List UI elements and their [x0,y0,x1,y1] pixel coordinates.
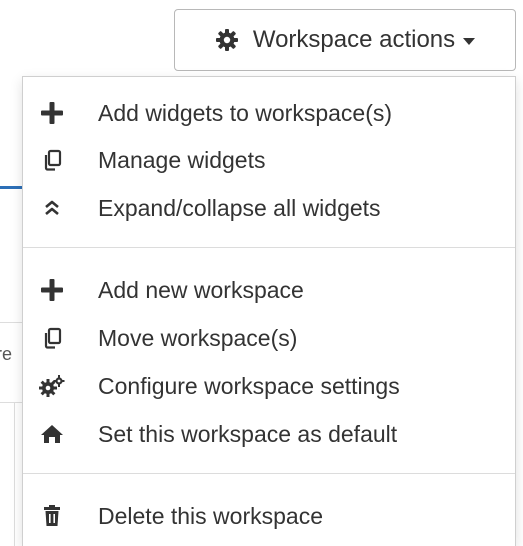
home-icon [39,421,65,447]
cogs-icon [39,373,65,399]
menu-item-label: Move workspace(s) [98,324,298,351]
background-text-fragment: re [0,344,13,364]
background-divider [14,402,15,546]
double-chevron-up-icon [39,195,65,221]
menu-divider [23,473,515,474]
menu-item-label: Expand/collapse all widgets [98,194,381,221]
menu-item-label: Delete this workspace [98,502,323,529]
plus-icon [39,100,65,126]
menu-item-expand-collapse[interactable]: Expand/collapse all widgets [23,185,515,231]
copy-icon [39,147,65,173]
trash-icon [39,503,65,529]
menu-item-add-widgets[interactable]: Add widgets to workspace(s) [23,90,515,136]
background-divider [0,322,22,323]
background-divider [0,402,22,403]
menu-item-label: Add new workspace [98,276,304,303]
workspace-actions-button[interactable]: Workspace actions [174,9,516,71]
caret-down-icon [463,37,476,45]
workspace-actions-menu: Add widgets to workspace(s) Manage widge… [22,76,516,546]
menu-item-add-workspace[interactable]: Add new workspace [23,267,515,313]
plus-icon [39,277,65,303]
background-tab-indicator [0,186,22,189]
menu-item-label: Configure workspace settings [98,372,400,399]
menu-item-set-default[interactable]: Set this workspace as default [23,411,515,457]
menu-item-label: Add widgets to workspace(s) [98,99,393,126]
copy-icon [39,325,65,351]
page: re Workspace actions [0,0,523,546]
menu-item-label: Manage widgets [98,146,266,173]
menu-item-move-workspace[interactable]: Move workspace(s) [23,315,515,361]
menu-item-delete-workspace[interactable]: Delete this workspace [23,493,515,539]
gear-icon [215,28,239,52]
workspace-actions-label: Workspace actions [252,26,456,53]
menu-divider [23,247,515,248]
menu-item-configure-workspace[interactable]: Configure workspace settings [23,363,515,409]
menu-item-label: Set this workspace as default [98,420,398,447]
menu-item-manage-widgets[interactable]: Manage widgets [23,137,515,183]
